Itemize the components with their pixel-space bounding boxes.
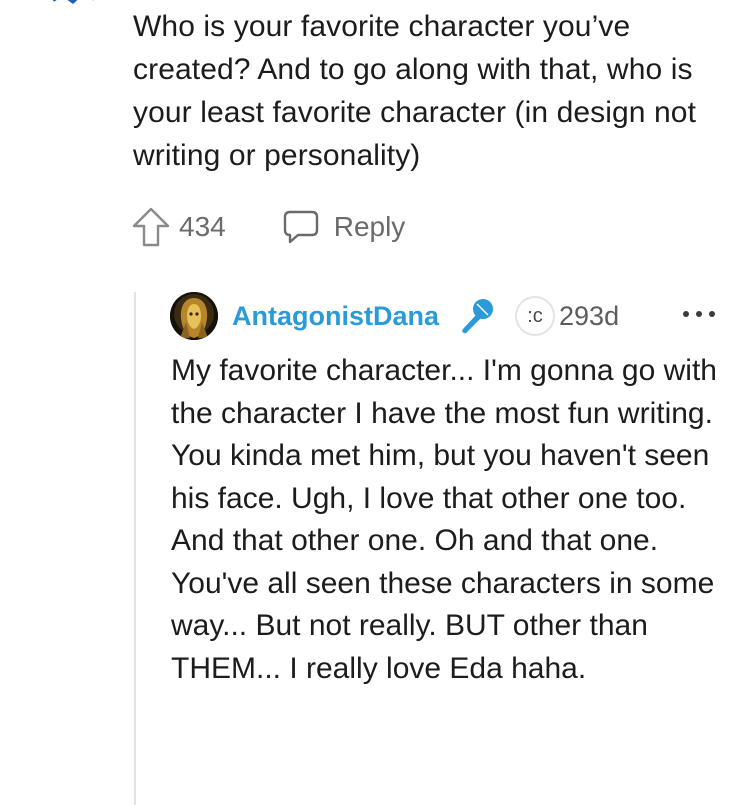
comment-thread: Who is your favorite character you’ve cr… [0,0,755,805]
more-dot [683,311,689,317]
reply-button[interactable]: Reply [282,208,406,246]
microphone-icon [457,296,497,336]
more-dot [696,311,702,317]
parent-comment-actions: 434 Reply [131,203,405,251]
upvote-button[interactable]: 434 [131,206,226,248]
reply-header: AntagonistDana :c 293d [170,291,619,341]
more-dot [709,311,715,317]
reply-label: Reply [333,211,406,242]
more-options-icon[interactable] [683,309,715,319]
reply-body-text: My favorite character... I'm gonna go wi… [171,354,717,685]
reply-avatar[interactable] [170,292,218,340]
reply-username[interactable]: AntagonistDana [232,301,439,332]
thread-line[interactable] [134,292,136,805]
reply-bubble-icon [283,210,318,244]
user-flair: :c [515,296,556,336]
upvote-count: 434 [179,211,226,242]
reply-timestamp: 293d [559,300,620,331]
parent-avatar[interactable] [40,0,106,6]
parent-comment-text: Who is your favorite character you’ve cr… [133,10,697,172]
upvote-arrow-icon [132,207,170,247]
